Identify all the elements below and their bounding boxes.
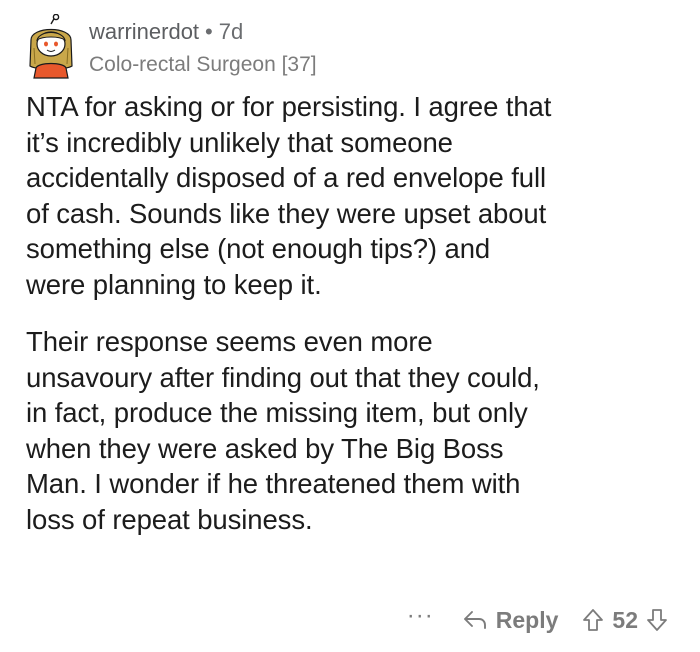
comment-line: were planning to keep it. <box>26 268 322 300</box>
comment-line: Their response seems even more <box>26 326 433 357</box>
comment: warrinerdot • 7d Colo-rectal Surgeon [37] … <box>0 0 700 652</box>
comment-line: loss of repeat business. <box>26 503 313 535</box>
comment-header: warrinerdot • 7d Colo-rectal Surgeon [37] <box>22 8 682 80</box>
reply-label: Reply <box>495 606 559 633</box>
reply-arrow-icon <box>463 611 486 629</box>
downvote-arrow-icon <box>647 609 667 631</box>
upvote-button[interactable] <box>582 608 604 632</box>
comment-line: NTA for asking or for persisting. I agre… <box>26 91 552 122</box>
user-line: warrinerdot • 7d <box>89 18 243 46</box>
comment-line: accidentally disposed of a red envelope … <box>26 162 546 193</box>
reply-button[interactable]: Reply <box>462 606 559 634</box>
username-link[interactable]: warrinerdot <box>89 19 199 44</box>
comment-paragraph: NTA for asking or for persisting. I agre… <box>26 89 686 302</box>
comment-line: it’s incredibly unlikely that someone <box>26 126 453 158</box>
comment-line: something else (not enough tips?) and <box>26 233 491 264</box>
user-avatar-icon[interactable] <box>22 14 80 80</box>
upvote-arrow-icon <box>583 609 604 631</box>
comment-line: in fact, produce the missing item, but o… <box>26 397 528 428</box>
downvote-button[interactable] <box>646 608 668 632</box>
comment-line: when they were asked by The Big Boss <box>26 432 504 464</box>
comment-age: 7d <box>218 19 244 44</box>
comment-actions: ··· Reply 52 <box>407 602 668 638</box>
more-options-button[interactable]: ··· <box>407 604 434 634</box>
user-flair: Colo-rectal Surgeon [37] <box>89 53 317 76</box>
comment-body: NTA for asking or for persisting. I agre… <box>26 89 686 537</box>
vote-score: 52 <box>612 606 638 633</box>
comment-line: of cash. Sounds like they were upset abo… <box>26 197 547 229</box>
comment-line: unsavoury after finding out that they co… <box>26 361 540 393</box>
meta-separator: • <box>205 19 213 44</box>
comment-line: Man. I wonder if he threatened them with <box>26 468 521 499</box>
vote-controls: 52 <box>582 607 668 634</box>
comment-paragraph: Their response seems even more unsavoury… <box>26 324 686 537</box>
